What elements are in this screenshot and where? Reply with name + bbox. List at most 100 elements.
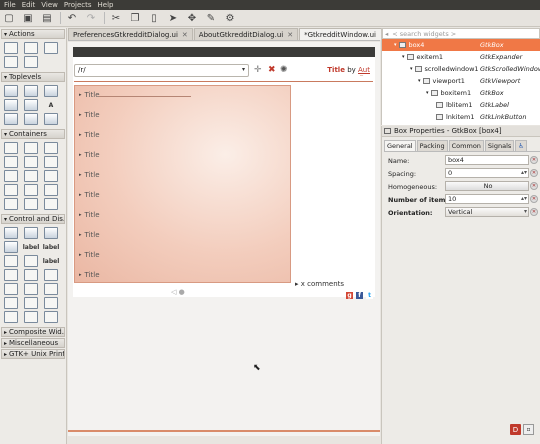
tree-row-exitem1[interactable]: ▾ exitem1 GtkExpander [382,51,540,63]
design-canvas[interactable]: /r/▾ ✛ ✖ ✺ Title by Aut ‾ ▸ Title ▸ Title … [68,42,380,436]
chevron-down-icon[interactable]: ▾ [242,66,245,73]
scrollbar-icon[interactable] [44,269,58,281]
redo-icon[interactable]: ↷ [85,12,97,24]
cut-icon[interactable]: ✂ [110,12,122,24]
tab-about[interactable]: AboutGtkredditDialog.ui ✕ [193,28,299,40]
next-icon[interactable]: ● [179,288,185,296]
arrow-icon[interactable] [44,311,58,323]
tab-preferences[interactable]: PreferencesGtkredditDialog.ui ✕ [68,28,193,40]
previous-icon[interactable]: ◁ [171,288,176,296]
toggle-action-icon[interactable] [24,42,38,54]
palette-group-containers[interactable]: ▾ Containers [1,129,65,139]
aspect-frame-icon[interactable] [24,156,38,168]
property-spin-field[interactable]: 0 ▴▾ [445,168,529,178]
tab-common[interactable]: Common [448,140,484,151]
image-icon[interactable] [44,283,58,295]
action-icon[interactable] [4,42,18,54]
reset-property-icon[interactable]: ✕ [530,182,538,190]
tree-row-boxitem1[interactable]: ▾ boxitem1 GtkBox [382,87,540,99]
spin-arrows-icon[interactable]: ▴▾ [521,169,527,176]
add-icon[interactable]: ✛ [254,65,262,75]
entry-icon[interactable] [4,255,18,267]
list-item[interactable]: ▸ Title [79,231,100,239]
widget-search-input[interactable]: ◂ < search widgets > [382,28,540,39]
debug-icon[interactable]: D [510,424,521,435]
new-project-icon[interactable]: ▢ [3,12,15,24]
list-item[interactable]: ▸ Title [79,111,100,119]
spin-button-icon[interactable] [24,255,38,267]
fixed-icon[interactable] [4,198,18,210]
tab-packing[interactable]: Packing [416,140,448,151]
accel-label-icon[interactable]: label [43,241,60,253]
expander-icon[interactable] [44,198,58,210]
window-icon[interactable] [4,85,18,97]
menu-file[interactable]: File [4,1,16,9]
reset-property-icon[interactable]: ✕ [530,169,538,177]
progress-bar-icon[interactable] [4,283,18,295]
statusbar-icon[interactable] [44,297,58,309]
button-icon[interactable] [4,227,18,239]
drag-resize-icon[interactable]: ✥ [186,12,198,24]
chevron-down-icon[interactable]: ▾ [524,208,527,215]
palette-group-toplevels[interactable]: ▾ Toplevels [1,72,65,82]
subreddit-entry[interactable]: /r/ ▾ [74,64,249,77]
radio-button-icon[interactable] [4,241,18,253]
close-icon[interactable]: ✖ [268,65,276,75]
menu-edit[interactable]: Edit [22,1,36,9]
file-chooser-icon[interactable] [4,113,18,125]
tab-window[interactable]: *GtkredditWindow.ui✕ [299,28,391,40]
list-item[interactable]: ▸ Title [79,151,100,159]
paste-icon[interactable]: ▯ [148,12,160,24]
tree-row-scrolledwindow1[interactable]: ▾ scrolledwindow1 GtkScrolledWindow [382,63,540,75]
palette-group-misc[interactable]: ▸ Miscellaneous [1,338,65,348]
link-label-icon[interactable]: label [43,255,60,267]
property-combo-field[interactable]: Vertical ▾ [445,207,529,217]
overlay-icon[interactable] [44,156,58,168]
list-item[interactable]: ▸ Title [79,171,100,179]
post-list[interactable]: ▸ Title ▸ Title ▸ Title ▸ Title ▸ Title ▸ Titl… [74,85,291,283]
facebook-icon[interactable]: f [356,292,363,299]
grid-icon[interactable] [24,142,38,154]
list-item[interactable]: ▸ Title [79,211,100,219]
color-dialog-icon[interactable] [44,113,58,125]
recent-action-icon[interactable] [4,56,18,68]
calendar-icon[interactable] [24,311,38,323]
close-icon[interactable]: ✕ [182,31,188,39]
level-bar-icon[interactable] [24,297,38,309]
spin-arrows-icon[interactable]: ▴▾ [521,195,527,202]
close-icon[interactable]: ✕ [287,31,293,39]
message-dialog-icon[interactable] [4,99,18,111]
radio-action-icon[interactable] [44,42,58,54]
chevron-left-icon[interactable]: ◂ [385,30,388,38]
list-item[interactable]: ▸ Title [79,251,100,259]
list-item[interactable]: ▸ Title [79,91,100,99]
pin-icon[interactable]: ✎ [205,12,217,24]
palette-group-composite[interactable]: ▸ Composite Wid... [1,327,65,337]
info-bar-icon[interactable] [4,311,18,323]
action-group-icon[interactable] [24,56,38,68]
palette-group-actions[interactable]: ▾ Actions [1,29,65,39]
tab-signals[interactable]: Signals [484,140,515,151]
window-icon[interactable]: ▫ [523,424,534,435]
title-link[interactable]: Title by Aut [327,66,370,74]
box-icon[interactable] [4,142,18,154]
expander-arrow-icon[interactable]: ▾ [426,90,429,96]
dialog-icon[interactable] [44,85,58,97]
offscreen-window-icon[interactable] [24,85,38,97]
tree-row-viewport1[interactable]: ▾ viewport1 GtkViewport [382,75,540,87]
reset-property-icon[interactable]: ✕ [530,156,538,164]
list-item[interactable]: ▸ Title [79,271,100,279]
toolbar-icon[interactable] [24,170,38,182]
tree-row-box4[interactable]: ▾ box4 GtkBox [382,39,540,51]
tab-accessibility[interactable]: ♿ [515,140,528,151]
property-spin-field[interactable]: 10 ▴▾ [445,194,529,204]
google-plus-icon[interactable]: g [346,292,353,299]
save-project-icon[interactable]: ▤ [41,12,53,24]
expander-arrow-icon[interactable]: ▾ [394,42,397,48]
spinner-icon[interactable] [4,297,18,309]
menu-help[interactable]: Help [98,1,114,9]
menu-projects[interactable]: Projects [64,1,92,9]
button-box-icon[interactable] [24,184,38,196]
designed-window[interactable]: /r/▾ ✛ ✖ ✺ Title by Aut ‾ ▸ Title ▸ Title … [73,47,375,299]
assistant-icon[interactable] [24,113,38,125]
